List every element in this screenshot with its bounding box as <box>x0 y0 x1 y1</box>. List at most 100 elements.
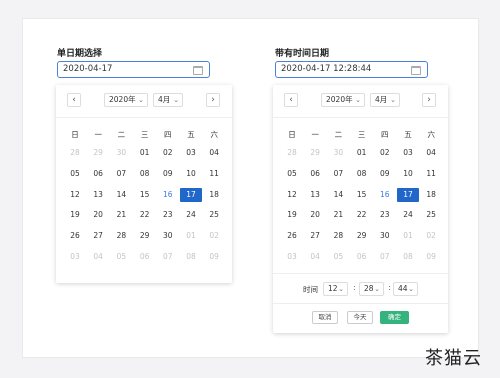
day-cell[interactable]: 30 <box>374 229 396 243</box>
selected-day-cell[interactable]: 17 <box>397 187 419 202</box>
datetime-input[interactable]: 2020-04-17 12:28:44 <box>275 61 428 78</box>
day-cell[interactable]: 08 <box>397 250 419 264</box>
day-cell[interactable]: 21 <box>327 208 349 222</box>
day-cell[interactable]: 15 <box>351 188 373 202</box>
day-cell[interactable]: 16 <box>157 188 179 202</box>
day-cell[interactable]: 13 <box>304 188 326 202</box>
day-cell[interactable]: 28 <box>327 229 349 243</box>
day-cell[interactable]: 06 <box>134 250 156 264</box>
day-cell[interactable]: 25 <box>420 208 442 222</box>
day-cell[interactable]: 08 <box>180 250 202 264</box>
day-cell[interactable]: 21 <box>110 208 132 222</box>
day-cell[interactable]: 29 <box>87 146 109 160</box>
day-cell[interactable]: 27 <box>87 229 109 243</box>
day-cell[interactable]: 10 <box>180 167 202 181</box>
minute-select[interactable]: 28 ⌄ <box>359 282 384 296</box>
day-cell[interactable]: 03 <box>281 250 303 264</box>
day-cell[interactable]: 25 <box>203 208 225 222</box>
day-cell[interactable]: 30 <box>157 229 179 243</box>
day-cell[interactable]: 02 <box>157 146 179 160</box>
day-cell[interactable]: 04 <box>203 146 225 160</box>
day-cell[interactable]: 20 <box>87 208 109 222</box>
day-cell[interactable]: 24 <box>180 208 202 222</box>
next-month-button[interactable]: › <box>422 93 436 107</box>
cancel-button[interactable]: 取消 <box>312 311 338 324</box>
day-cell[interactable]: 15 <box>134 188 156 202</box>
day-cell[interactable]: 03 <box>180 146 202 160</box>
day-cell[interactable]: 03 <box>397 146 419 160</box>
day-cell[interactable]: 19 <box>64 208 86 222</box>
day-cell[interactable]: 28 <box>110 229 132 243</box>
day-cell[interactable]: 05 <box>327 250 349 264</box>
day-cell[interactable]: 01 <box>134 146 156 160</box>
day-cell[interactable]: 22 <box>351 208 373 222</box>
day-cell[interactable]: 02 <box>374 146 396 160</box>
day-cell[interactable]: 04 <box>304 250 326 264</box>
day-cell[interactable]: 04 <box>420 146 442 160</box>
day-cell[interactable]: 08 <box>134 167 156 181</box>
day-cell[interactable]: 09 <box>157 167 179 181</box>
day-cell[interactable]: 02 <box>203 229 225 243</box>
month-select[interactable]: 4月 ⌄ <box>370 93 400 107</box>
day-cell[interactable]: 27 <box>304 229 326 243</box>
hour-select[interactable]: 12 ⌄ <box>323 282 348 296</box>
calendar-icon[interactable] <box>411 66 421 75</box>
day-cell[interactable]: 28 <box>64 146 86 160</box>
day-cell[interactable]: 07 <box>327 167 349 181</box>
day-cell[interactable]: 13 <box>87 188 109 202</box>
day-cell[interactable]: 29 <box>134 229 156 243</box>
day-cell[interactable]: 18 <box>203 188 225 202</box>
day-cell[interactable]: 06 <box>304 167 326 181</box>
day-cell[interactable]: 16 <box>374 188 396 202</box>
day-cell[interactable]: 01 <box>397 229 419 243</box>
day-cell[interactable]: 12 <box>64 188 86 202</box>
day-cell[interactable]: 29 <box>304 146 326 160</box>
selected-day-cell[interactable]: 17 <box>180 187 202 202</box>
day-cell[interactable]: 05 <box>281 167 303 181</box>
day-cell[interactable]: 09 <box>374 167 396 181</box>
day-cell[interactable]: 01 <box>180 229 202 243</box>
second-select[interactable]: 44 ⌄ <box>393 282 418 296</box>
day-cell[interactable]: 14 <box>327 188 349 202</box>
day-cell[interactable]: 11 <box>203 167 225 181</box>
day-cell[interactable]: 28 <box>281 146 303 160</box>
day-cell[interactable]: 26 <box>281 229 303 243</box>
day-cell[interactable]: 09 <box>203 250 225 264</box>
calendar-icon[interactable] <box>193 66 203 75</box>
day-cell[interactable]: 05 <box>110 250 132 264</box>
day-cell[interactable]: 04 <box>87 250 109 264</box>
date-input[interactable]: 2020-04-17 <box>57 61 210 78</box>
day-cell[interactable]: 26 <box>64 229 86 243</box>
day-cell[interactable]: 30 <box>327 146 349 160</box>
day-cell[interactable]: 12 <box>281 188 303 202</box>
day-cell[interactable]: 07 <box>157 250 179 264</box>
day-cell[interactable]: 29 <box>351 229 373 243</box>
day-cell[interactable]: 07 <box>110 167 132 181</box>
day-cell[interactable]: 05 <box>64 167 86 181</box>
day-cell[interactable]: 07 <box>374 250 396 264</box>
day-cell[interactable]: 18 <box>420 188 442 202</box>
next-month-button[interactable]: › <box>206 93 220 107</box>
day-cell[interactable]: 09 <box>420 250 442 264</box>
prev-month-button[interactable]: ‹ <box>67 93 81 107</box>
day-cell[interactable]: 24 <box>397 208 419 222</box>
day-cell[interactable]: 23 <box>157 208 179 222</box>
month-select[interactable]: 4月 ⌄ <box>153 93 183 107</box>
day-cell[interactable]: 11 <box>420 167 442 181</box>
day-cell[interactable]: 02 <box>420 229 442 243</box>
day-cell[interactable]: 01 <box>351 146 373 160</box>
day-cell[interactable]: 06 <box>351 250 373 264</box>
year-select[interactable]: 2020年 ⌄ <box>104 93 148 107</box>
day-cell[interactable]: 22 <box>134 208 156 222</box>
day-cell[interactable]: 19 <box>281 208 303 222</box>
day-cell[interactable]: 23 <box>374 208 396 222</box>
day-cell[interactable]: 10 <box>397 167 419 181</box>
today-button[interactable]: 今天 <box>347 311 373 324</box>
prev-month-button[interactable]: ‹ <box>284 93 298 107</box>
year-select[interactable]: 2020年 ⌄ <box>321 93 365 107</box>
confirm-button[interactable]: 确定 <box>380 311 409 324</box>
day-cell[interactable]: 06 <box>87 167 109 181</box>
day-cell[interactable]: 14 <box>110 188 132 202</box>
day-cell[interactable]: 03 <box>64 250 86 264</box>
day-cell[interactable]: 30 <box>110 146 132 160</box>
